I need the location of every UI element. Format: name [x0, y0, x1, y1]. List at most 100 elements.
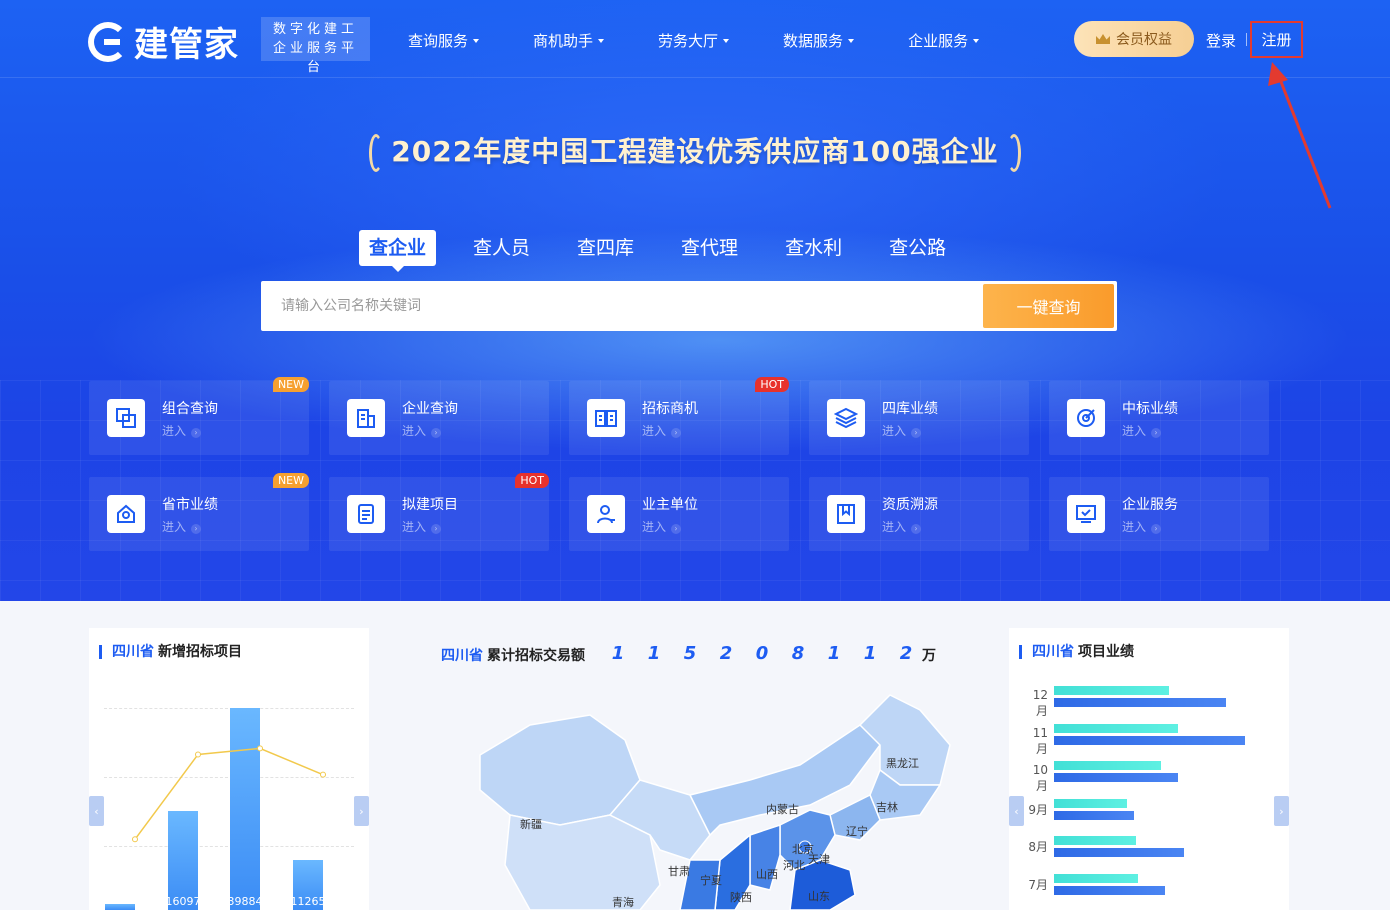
- logo-tagline: 数字化建工 企业服务平台: [261, 17, 370, 75]
- performance-month-label: 11月: [1032, 725, 1048, 756]
- login-link[interactable]: 登录: [1206, 30, 1236, 51]
- total-volume-digit: 1: [647, 643, 661, 664]
- performance-bar: [1054, 798, 1127, 808]
- service-card-title: 企业查询: [402, 401, 458, 417]
- perf-prev-button[interactable]: ‹: [1009, 796, 1024, 826]
- chart-bar-label: 39884: [227, 895, 263, 908]
- service-card-province-performance[interactable]: 省市业绩 进入 › NEW: [89, 473, 309, 551]
- map-label: 内蒙古: [766, 803, 799, 816]
- chart-bar-label: 11265: [290, 895, 326, 908]
- performance-month-label: 10月: [1032, 763, 1048, 794]
- total-volume-digit: 8: [791, 643, 805, 664]
- performance-bar: [1054, 761, 1161, 771]
- nav-item-enterprise[interactable]: 企业服务: [908, 30, 980, 51]
- tab-highway[interactable]: 查公路: [879, 230, 956, 266]
- member-benefits-button[interactable]: 会员权益: [1074, 21, 1194, 57]
- chart-bar: [230, 708, 260, 910]
- service-card-title: 组合查询: [162, 401, 218, 417]
- service-card-title: 中标业绩: [1122, 401, 1178, 417]
- new-badge: NEW: [272, 473, 309, 488]
- map-label: 陕西: [730, 891, 752, 904]
- performance-bar: [1054, 698, 1226, 707]
- logo[interactable]: 建管家: [88, 17, 239, 66]
- monitor-check-icon: [1067, 495, 1105, 533]
- top-nav: 建管家 数字化建工 企业服务平台 查询服务 商机助手 劳务大厅 数据服务 企业服…: [0, 0, 1390, 78]
- service-card-enter: 进入 ›: [642, 518, 682, 535]
- target-icon: [1067, 399, 1105, 437]
- service-card-bid-opportunities[interactable]: 招标商机 进入 › HOT: [569, 377, 789, 455]
- map-label: 黑龙江: [886, 757, 919, 770]
- hot-badge: HOT: [755, 377, 789, 392]
- service-card-planned-projects[interactable]: 拟建项目 进入 › HOT: [329, 473, 549, 551]
- map-label: 辽宁: [846, 825, 868, 838]
- tab-four-libraries[interactable]: 查四库: [567, 230, 644, 266]
- bookmark-icon: [827, 495, 865, 533]
- chart-bar: [105, 903, 135, 910]
- crown-icon: [1096, 34, 1110, 44]
- perf-next-button[interactable]: ›: [1274, 796, 1289, 826]
- chevron-down-icon: [848, 38, 855, 43]
- service-card-qualification-trace[interactable]: 资质溯源 进入 ›: [809, 477, 1029, 551]
- service-card-title: 省市业绩: [162, 497, 218, 513]
- hero-title: 2022年度中国工程建设优秀供应商100强企业: [391, 135, 999, 168]
- nav-item-data[interactable]: 数据服务: [783, 30, 855, 51]
- home-badge-icon: [107, 495, 145, 533]
- register-link[interactable]: 注册: [1250, 21, 1303, 58]
- map-label: 宁夏: [700, 874, 722, 887]
- tab-water[interactable]: 查水利: [775, 230, 852, 266]
- service-card-enter: 进入 ›: [1122, 422, 1162, 439]
- chevron-down-icon: [723, 38, 730, 43]
- total-volume-digit: 5: [683, 643, 697, 664]
- service-card-title: 资质溯源: [882, 497, 938, 513]
- chart-gridline: [104, 777, 354, 778]
- layers-copy-icon: [107, 399, 145, 437]
- tagline-line2: 企业服务平台: [272, 41, 358, 75]
- performance-month-label: 12月: [1032, 688, 1048, 718]
- new-badge: NEW: [272, 377, 309, 392]
- tab-agency[interactable]: 查代理: [671, 230, 748, 266]
- service-card-title: 业主单位: [642, 497, 698, 513]
- laurel-right-icon: [1006, 134, 1021, 172]
- service-card-title: 四库业绩: [882, 401, 938, 417]
- service-card-four-lib-performance[interactable]: 四库业绩 进入 ›: [809, 381, 1029, 455]
- nav-item-labor[interactable]: 劳务大厅: [658, 30, 730, 51]
- total-volume-unit: 万: [922, 648, 936, 664]
- search-input[interactable]: [261, 281, 981, 331]
- nav-item-query[interactable]: 查询服务: [408, 30, 480, 51]
- logo-text: 建管家: [134, 25, 239, 65]
- performance-bar: [1054, 723, 1179, 733]
- service-card-title: 企业服务: [1122, 497, 1178, 513]
- performance-bar: [1054, 810, 1135, 820]
- service-card-title: 拟建项目: [402, 497, 458, 513]
- service-card-enter: 进入 ›: [882, 422, 922, 439]
- tab-personnel[interactable]: 查人员: [463, 230, 540, 266]
- total-volume-digit: 2: [899, 643, 913, 664]
- chart-prev-button[interactable]: ‹: [89, 796, 104, 826]
- map-label: 青海: [612, 896, 634, 909]
- tab-company[interactable]: 查企业: [359, 230, 437, 272]
- total-volume-digit: 2: [719, 643, 733, 664]
- total-volume-digit: 1: [863, 643, 877, 664]
- hero-title-wrap: 2022年度中国工程建设优秀供应商100强企业: [0, 130, 1390, 172]
- performance-bar: [1054, 735, 1245, 745]
- nav-item-business[interactable]: 商机助手: [533, 30, 605, 51]
- performance-bar: [1054, 773, 1179, 783]
- service-card-owner-units[interactable]: 业主单位 进入 ›: [569, 477, 789, 551]
- service-card-title: 招标商机: [642, 401, 698, 417]
- user-icon: [587, 495, 625, 533]
- performance-bar: [1054, 836, 1137, 846]
- service-card-winning-performance[interactable]: 中标业绩 进入 ›: [1049, 381, 1269, 455]
- search-tabs: 查企业 查人员 查四库 查代理 查水利 查公路: [359, 230, 983, 272]
- service-card-enter: 进入 ›: [642, 422, 682, 439]
- search-button[interactable]: 一键查询: [983, 284, 1114, 328]
- service-card-company-query[interactable]: 企业查询 进入 ›: [329, 381, 549, 455]
- new-bids-title: 四川省 新增招标项目: [99, 645, 242, 659]
- chart-next-button[interactable]: ›: [354, 796, 369, 826]
- stack-icon: [827, 399, 865, 437]
- service-card-combo-query[interactable]: 组合查询 进入 › NEW: [89, 377, 309, 455]
- divider: [1246, 33, 1247, 46]
- service-card-enterprise-services[interactable]: 企业服务 进入 ›: [1049, 477, 1269, 551]
- performance-title: 四川省 项目业绩: [1019, 645, 1134, 659]
- total-volume-digit: 1: [611, 643, 625, 664]
- total-volume-digit: 1: [827, 643, 841, 664]
